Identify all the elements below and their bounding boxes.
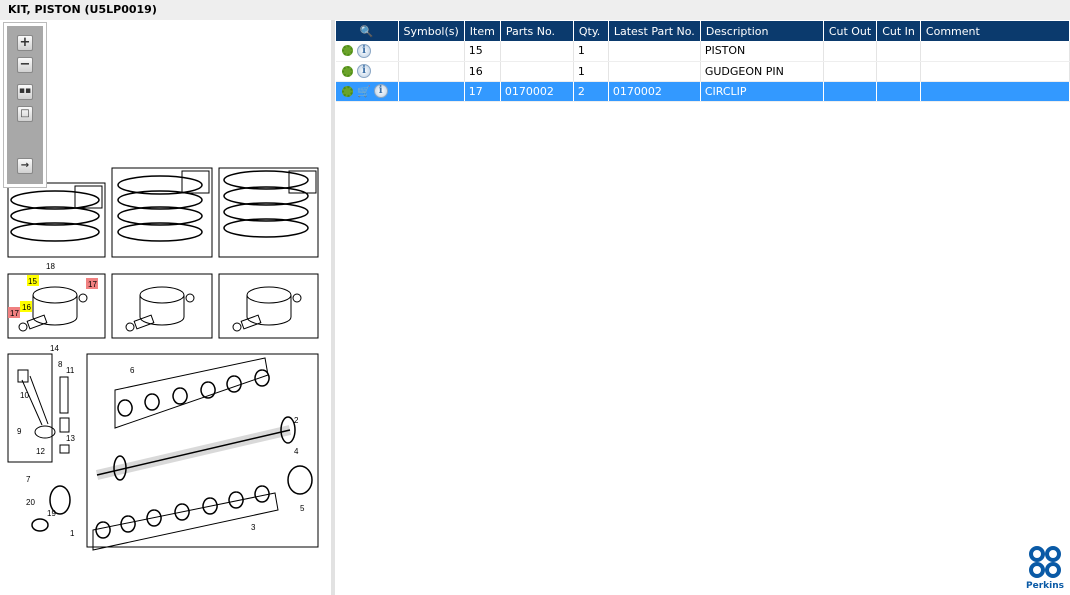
fit-all-icon[interactable]: ▪▪ bbox=[17, 84, 33, 100]
col-parts-no[interactable]: Parts No. bbox=[500, 21, 574, 41]
callout-17[interactable]: 17 bbox=[88, 280, 97, 289]
callout-1[interactable]: 1 bbox=[70, 529, 75, 538]
callout-20[interactable]: 20 bbox=[26, 498, 35, 507]
col-symbols[interactable]: Symbol(s) bbox=[398, 21, 465, 41]
callout-9[interactable]: 9 bbox=[17, 427, 22, 436]
callout-2[interactable]: 2 bbox=[294, 416, 299, 425]
gear-icon[interactable] bbox=[342, 85, 353, 97]
cut-out-cell bbox=[823, 61, 878, 82]
latest-cell bbox=[608, 61, 701, 82]
description-cell: PISTON bbox=[700, 41, 824, 62]
perkins-logo-text: Perkins bbox=[1026, 581, 1064, 591]
callout-4[interactable]: 4 bbox=[294, 447, 299, 456]
symbols-cell bbox=[398, 81, 465, 102]
gear-icon[interactable] bbox=[342, 65, 353, 77]
item-cell: 17 bbox=[464, 81, 501, 102]
item-cell: 16 bbox=[464, 61, 501, 82]
actual-size-icon[interactable]: □ bbox=[17, 106, 33, 122]
col-description[interactable]: Description bbox=[700, 21, 824, 41]
qty-cell: 1 bbox=[573, 61, 609, 82]
comment-cell bbox=[920, 61, 1070, 82]
comment-cell bbox=[920, 81, 1070, 102]
qty-cell: 1 bbox=[573, 41, 609, 62]
description-cell: CIRCLIP bbox=[700, 81, 824, 102]
callout-17b[interactable]: 17 bbox=[10, 309, 19, 318]
perkins-logo-mark bbox=[1029, 546, 1061, 578]
parts-list-panel: 🔍 Symbol(s) Item Parts No. Qty. Latest P… bbox=[335, 20, 1070, 595]
callout-6[interactable]: 6 bbox=[130, 366, 135, 375]
gear-icon[interactable] bbox=[342, 45, 353, 57]
callout-3[interactable]: 3 bbox=[251, 523, 256, 532]
parts-table: 🔍 Symbol(s) Item Parts No. Qty. Latest P… bbox=[336, 21, 1070, 102]
col-item[interactable]: Item bbox=[464, 21, 501, 41]
comment-cell bbox=[920, 41, 1070, 62]
exploded-diagram[interactable]: 18 15 17 16 17 14 8 11 10 9 13 12 7 20 1… bbox=[0, 20, 331, 595]
info-icon[interactable]: i bbox=[357, 43, 371, 58]
symbols-cell bbox=[398, 41, 465, 62]
cut-in-cell bbox=[876, 41, 921, 62]
cut-in-cell bbox=[876, 61, 921, 82]
table-row[interactable]: i 15 1 PISTON bbox=[336, 41, 1070, 62]
col-comment[interactable]: Comment bbox=[920, 21, 1070, 41]
page-title: KIT, PISTON (U5LP0019) bbox=[0, 0, 1070, 20]
callout-10[interactable]: 10 bbox=[20, 391, 29, 400]
callout-11[interactable]: 11 bbox=[66, 366, 75, 375]
cut-out-cell bbox=[823, 81, 878, 102]
search-column-icon[interactable]: 🔍 bbox=[336, 21, 399, 41]
table-row-selected[interactable]: 🛒 i 17 0170002 2 0170002 CIRCLIP bbox=[336, 81, 1070, 102]
col-cut-out[interactable]: Cut Out bbox=[823, 21, 878, 41]
zoom-toolbar: + − ▪▪ □ → bbox=[3, 22, 47, 188]
callout-16[interactable]: 16 bbox=[22, 303, 31, 312]
zoom-in-button[interactable]: + bbox=[17, 35, 33, 51]
cut-out-cell bbox=[823, 41, 878, 62]
callout-12[interactable]: 12 bbox=[36, 447, 45, 456]
info-icon[interactable]: i bbox=[357, 64, 371, 78]
zoom-out-button[interactable]: − bbox=[17, 57, 33, 73]
col-latest-part-no[interactable]: Latest Part No. bbox=[608, 21, 701, 41]
diagram-panel[interactable]: 18 15 17 16 17 14 8 11 10 9 13 12 7 20 1… bbox=[0, 20, 331, 595]
table-header: 🔍 Symbol(s) Item Parts No. Qty. Latest P… bbox=[336, 21, 1070, 41]
symbols-cell bbox=[398, 61, 465, 82]
callout-18[interactable]: 18 bbox=[46, 262, 55, 271]
perkins-logo: Perkins bbox=[1026, 546, 1064, 591]
parts-no-cell bbox=[500, 41, 574, 62]
callout-7[interactable]: 7 bbox=[26, 475, 31, 484]
latest-cell: 0170002 bbox=[608, 81, 701, 102]
cut-in-cell bbox=[876, 81, 921, 102]
callout-14[interactable]: 14 bbox=[50, 344, 59, 353]
callout-8[interactable]: 8 bbox=[58, 360, 63, 369]
table-row[interactable]: i 16 1 GUDGEON PIN bbox=[336, 61, 1070, 82]
callout-13[interactable]: 13 bbox=[66, 434, 75, 443]
cart-icon[interactable]: 🛒 bbox=[357, 85, 371, 98]
callout-19[interactable]: 19 bbox=[47, 509, 56, 518]
callout-15[interactable]: 15 bbox=[28, 277, 37, 286]
parts-no-cell bbox=[500, 61, 574, 82]
latest-cell bbox=[608, 41, 701, 62]
parts-no-cell: 0170002 bbox=[500, 81, 574, 102]
expand-panel-icon[interactable]: → bbox=[17, 158, 33, 174]
col-cut-in[interactable]: Cut In bbox=[876, 21, 921, 41]
col-qty[interactable]: Qty. bbox=[573, 21, 609, 41]
description-cell: GUDGEON PIN bbox=[700, 61, 824, 82]
callout-5[interactable]: 5 bbox=[300, 504, 305, 513]
item-cell: 15 bbox=[464, 41, 501, 62]
qty-cell: 2 bbox=[573, 81, 609, 102]
info-icon[interactable]: i bbox=[373, 84, 388, 98]
